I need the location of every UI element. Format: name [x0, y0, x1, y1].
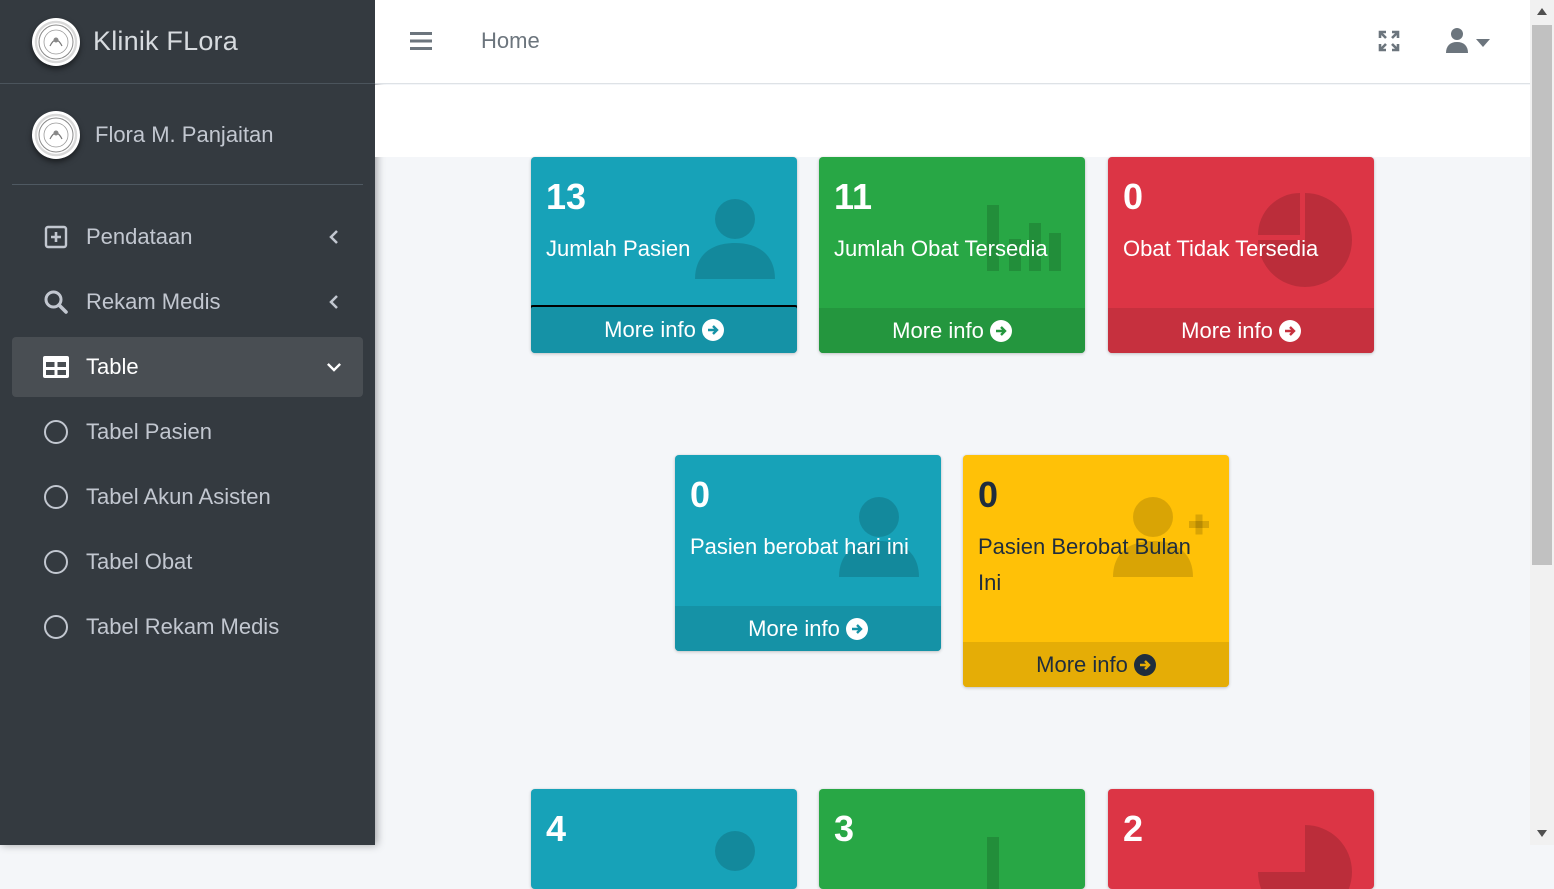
sidebar-item-label: Tabel Obat	[86, 549, 193, 574]
box-value: 0	[690, 474, 711, 515]
more-info-link[interactable]: More info	[531, 305, 797, 353]
sidebar-item-label: Pendataan	[86, 224, 193, 249]
box-value: 0	[978, 474, 999, 515]
hamburger-menu-icon[interactable]	[410, 30, 432, 52]
sidebar-item-label: Tabel Pasien	[86, 419, 212, 444]
more-info-link[interactable]: More info	[819, 308, 1085, 353]
sidebar-item-pendataan[interactable]: Pendataan	[12, 207, 363, 267]
content-header	[375, 85, 1530, 157]
more-info-link[interactable]: More info	[1108, 308, 1374, 353]
chevron-down-icon	[327, 360, 341, 374]
small-box-pasien-berobat-hari-ini: 0 Pasien berobat hari ini More info	[675, 455, 941, 651]
box-value: 11	[834, 176, 873, 217]
user-name: Flora M. Panjaitan	[95, 121, 274, 147]
sidebar-nav: Pendataan Rekam Medis Table Tabel Pasien…	[12, 207, 363, 662]
small-box-jumlah-obat-tersedia: 11 Jumlah Obat Tersedia More info	[819, 157, 1085, 353]
circle-icon	[42, 418, 70, 446]
brand-link[interactable]: Klinik FLora	[0, 0, 375, 84]
sidebar-item-tabel-akun-asisten[interactable]: Tabel Akun Asisten	[12, 467, 363, 527]
box-value: 3	[834, 808, 855, 849]
user-dropdown[interactable]	[1446, 27, 1490, 58]
scrollbar-thumb[interactable]	[1532, 25, 1552, 565]
avatar	[32, 110, 80, 159]
small-box-pasien-berobat-bulan-ini: 0 Pasien Berobat Bulan Ini More info	[963, 455, 1229, 687]
plus-square-icon	[42, 223, 70, 251]
box-label: Pasien Berobat Bulan Ini	[978, 534, 1191, 595]
box-value: 0	[1123, 176, 1144, 217]
circle-icon	[42, 548, 70, 576]
box-label: Pasien berobat hari ini	[690, 534, 909, 559]
small-box-row3-3: 2	[1108, 789, 1374, 889]
sidebar-item-label: Tabel Rekam Medis	[86, 614, 280, 639]
brand-name: Klinik FLora	[93, 26, 238, 56]
box-label: Jumlah Pasien	[546, 236, 691, 261]
box-value: 13	[546, 176, 587, 217]
arrow-circle-right-icon	[989, 319, 1012, 342]
box-label: Obat Tidak Tersedia	[1123, 236, 1319, 261]
scroll-up-arrow-icon[interactable]	[1537, 8, 1547, 15]
home-link[interactable]: Home	[481, 28, 540, 54]
sidebar-item-tabel-rekam-medis[interactable]: Tabel Rekam Medis	[12, 597, 363, 657]
chevron-left-icon	[327, 295, 341, 309]
caret-down-icon	[1476, 34, 1490, 52]
user-icon	[1446, 27, 1468, 58]
clinic-logo	[32, 17, 80, 66]
scroll-down-arrow-icon[interactable]	[1537, 830, 1547, 837]
user-panel[interactable]: Flora M. Panjaitan	[12, 85, 363, 185]
box-value: 2	[1123, 808, 1144, 849]
search-icon	[42, 288, 70, 316]
chevron-left-icon	[327, 230, 341, 244]
sidebar: Klinik FLora Flora M. Panjaitan Pendataa…	[0, 0, 375, 845]
circle-icon	[42, 483, 70, 511]
table-icon	[42, 353, 70, 381]
more-info-link[interactable]: More info	[675, 606, 941, 651]
top-navbar: Home	[375, 0, 1530, 84]
small-box-jumlah-pasien: 13 Jumlah Pasien More info	[531, 157, 797, 353]
small-box-obat-tidak-tersedia: 0 Obat Tidak Tersedia More info	[1108, 157, 1374, 353]
arrow-circle-right-icon	[1133, 653, 1156, 676]
sidebar-item-rekam-medis[interactable]: Rekam Medis	[12, 272, 363, 332]
box-label: Jumlah Obat Tersedia	[834, 236, 1048, 261]
arrow-circle-right-icon	[845, 617, 868, 640]
sidebar-item-label: Table	[86, 354, 139, 379]
sidebar-item-tabel-obat[interactable]: Tabel Obat	[12, 532, 363, 592]
arrow-circle-right-icon	[701, 319, 724, 341]
fullscreen-expand-icon[interactable]	[1378, 30, 1400, 57]
small-box-row3-2: 3	[819, 789, 1085, 889]
box-value: 4	[546, 808, 567, 849]
vertical-scrollbar[interactable]	[1530, 0, 1554, 845]
small-box-row3-1: 4	[531, 789, 797, 889]
sidebar-item-label: Tabel Akun Asisten	[86, 484, 271, 509]
sidebar-item-table[interactable]: Table	[12, 337, 363, 397]
sidebar-item-tabel-pasien[interactable]: Tabel Pasien	[12, 402, 363, 462]
circle-icon	[42, 613, 70, 641]
arrow-circle-right-icon	[1278, 319, 1301, 342]
more-info-link[interactable]: More info	[963, 642, 1229, 687]
sidebar-item-label: Rekam Medis	[86, 289, 221, 314]
